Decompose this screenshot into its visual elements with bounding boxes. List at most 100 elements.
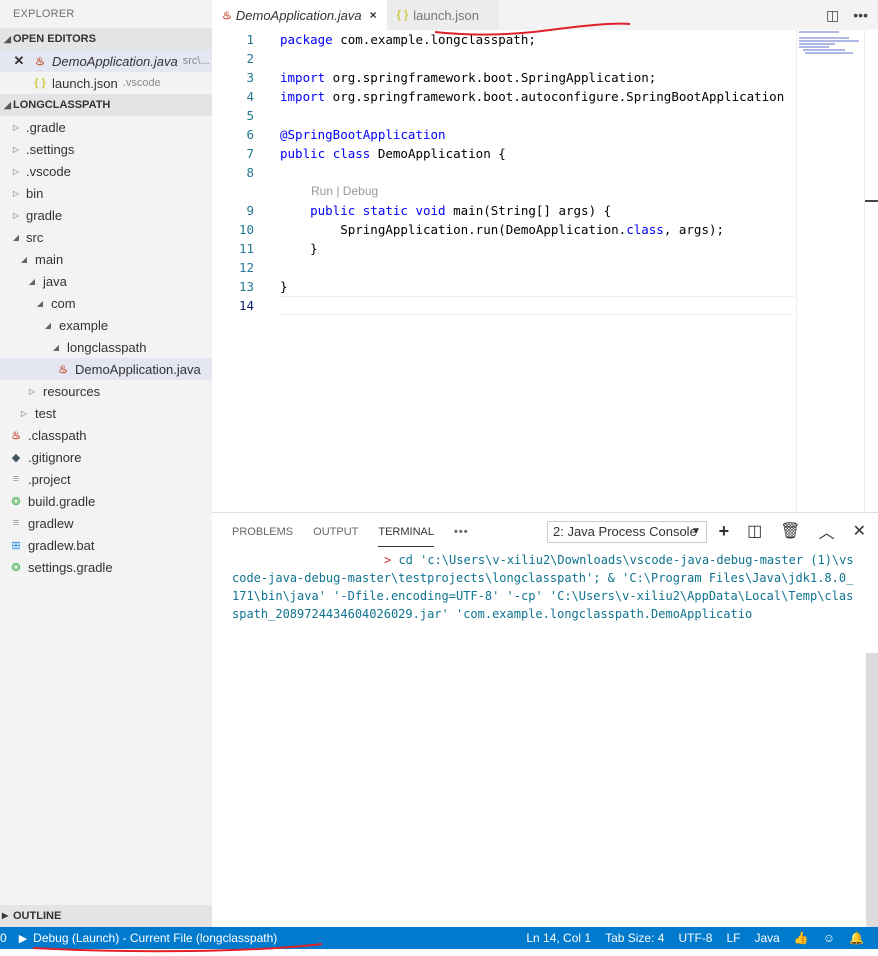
play-icon[interactable]: ▶ [19, 932, 27, 945]
terminal-select-value: 2: Java Process Console [553, 524, 697, 539]
open-editor-path: .vscode [122, 77, 161, 89]
terminal-output[interactable]: > cd 'c:\Users\v-xiliu2\Downloads\vscode… [232, 551, 858, 623]
tree-item[interactable]: ◢ src [0, 226, 212, 248]
terminal-scrollbar[interactable] [866, 653, 878, 928]
code-editor[interactable]: 1 2 3 4 5 6 7 8 9 10 11 12 13 14 package… [212, 30, 878, 512]
tree-item[interactable]: ▷ .gradle [0, 116, 212, 138]
editor-scrollbar[interactable] [864, 30, 878, 512]
cursor-marker [865, 200, 878, 202]
tree-item[interactable]: ▷ test [0, 402, 212, 424]
line-number: 12 [238, 260, 254, 275]
tree-item[interactable]: ◢ main [0, 248, 212, 270]
trash-icon[interactable]: 🗑 [780, 521, 800, 541]
tree-item[interactable]: ▷ .vscode [0, 160, 212, 182]
bell-icon[interactable]: 🔔 [849, 931, 864, 945]
smiley-icon[interactable]: ☺ [823, 931, 835, 945]
tree-item[interactable]: ◢ java [0, 270, 212, 292]
tree-item[interactable]: ❂ build.gradle [0, 490, 212, 512]
chevron-down-icon: ◢ [52, 342, 60, 352]
git-icon: ◆ [11, 451, 21, 464]
code-area[interactable]: package com.example.longclasspath; impor… [280, 30, 795, 315]
tab-output[interactable]: OUTPUT [313, 523, 358, 547]
line-number: 5 [246, 108, 254, 123]
tree-item-label: com [51, 295, 76, 311]
bottom-panel: PROBLEMS OUTPUT TERMINAL ••• 2: Java Pro… [212, 512, 878, 928]
debug-launch-config[interactable]: Debug (Launch) - Current File (longclass… [33, 931, 277, 945]
tree-item[interactable]: ◢ longclasspath [0, 336, 212, 358]
tree-item[interactable]: ♨ .classpath [0, 424, 212, 446]
bottom-strip [0, 949, 878, 956]
close-icon[interactable]: × [370, 8, 377, 22]
more-icon[interactable]: ••• [454, 523, 469, 547]
text-file-icon: ≡ [12, 473, 20, 485]
line-number: 11 [238, 241, 254, 256]
chevron-down-icon: ◢ [4, 34, 11, 44]
encoding[interactable]: UTF-8 [678, 931, 712, 945]
open-editor-item[interactable]: ✕ ♨ DemoApplication.java src\... [0, 50, 212, 72]
editor-actions: ◫ ••• [826, 0, 868, 30]
tree-item-label: main [35, 251, 64, 267]
file-tree: ▷ .gradle ▷ .settings ▷ .vscode ▷ bin ▷ gradl… [0, 116, 212, 578]
project-header[interactable]: ◢ LONGCLASSPATH [0, 94, 212, 116]
outline-header[interactable]: ▶ OUTLINE [0, 905, 212, 927]
tree-item[interactable]: ▷ .settings [0, 138, 212, 160]
tree-item[interactable]: ▷ gradle [0, 204, 212, 226]
tree-item[interactable]: ◢ com [0, 292, 212, 314]
code-line: public static void main(String[] args) { [310, 203, 612, 218]
language-mode[interactable]: Java [754, 931, 779, 945]
java-file-icon: ♨ [58, 363, 68, 376]
tree-item-label: src [26, 229, 44, 245]
chevron-right-icon: ▷ [28, 386, 36, 396]
cursor-position[interactable]: Ln 14, Col 1 [526, 931, 591, 945]
close-icon[interactable]: ✕ [12, 53, 26, 69]
tree-item[interactable]: ≡ .project [0, 468, 212, 490]
windows-icon: ⊞ [11, 539, 21, 552]
tree-item-label: resources [43, 383, 101, 399]
code-line: } [280, 241, 318, 256]
line-number: 6 [246, 127, 254, 142]
tree-item[interactable]: ◢ example [0, 314, 212, 336]
split-editor-icon[interactable]: ◫ [826, 7, 839, 24]
tree-item[interactable]: ◆ .gitignore [0, 446, 212, 468]
chevron-right-icon: ▶ [2, 911, 9, 920]
add-terminal-icon[interactable]: + [719, 521, 730, 542]
minimap[interactable] [796, 30, 864, 512]
more-actions-icon[interactable]: ••• [853, 7, 868, 23]
terminal-select[interactable]: 2: Java Process Console ▼ [547, 521, 707, 543]
tab-terminal[interactable]: TERMINAL [378, 523, 434, 547]
open-editor-path: src\... [182, 55, 210, 67]
chevron-right-icon: ▷ [12, 144, 20, 154]
tree-item-label: .vscode [26, 163, 71, 179]
java-file-icon: ♨ [35, 55, 45, 68]
tree-item[interactable]: ▷ resources [0, 380, 212, 402]
open-editor-item[interactable]: { } launch.json .vscode [0, 72, 212, 94]
tab-size[interactable]: Tab Size: 4 [605, 931, 664, 945]
tab-problems[interactable]: PROBLEMS [232, 523, 293, 547]
tree-item[interactable]: ▷ bin [0, 182, 212, 204]
code-line: SpringApplication.run(DemoApplication.cl… [280, 222, 725, 237]
open-editors-header[interactable]: ◢ OPEN EDITORS [0, 28, 212, 50]
line-number: 3 [246, 70, 254, 85]
tab-launch-json[interactable]: { } launch.json [386, 0, 499, 30]
status-bar: 0 ▶ Debug (Launch) - Current File (longc… [0, 927, 878, 949]
tree-item[interactable]: ❂ settings.gradle [0, 556, 212, 578]
explorer-title: EXPLORER [13, 8, 75, 20]
codelens-run-debug[interactable]: Run | Debug [280, 182, 795, 201]
eol[interactable]: LF [726, 931, 740, 945]
outline-label: OUTLINE [13, 910, 62, 922]
thumbs-up-icon[interactable]: 👍 [794, 931, 809, 945]
status-count: 0 [0, 931, 7, 945]
split-terminal-icon[interactable]: ◫ [747, 521, 762, 541]
gradle-icon: ❂ [11, 561, 21, 574]
tree-item[interactable]: ⊞ gradlew.bat [0, 534, 212, 556]
open-editor-name: DemoApplication.java [52, 53, 178, 69]
tree-item[interactable]: ♨ DemoApplication.java [0, 358, 212, 380]
close-icon[interactable]: ✕ [853, 521, 866, 541]
tree-item-label: .settings [26, 141, 75, 157]
tab-demoapplication[interactable]: ♨ DemoApplication.java × [212, 0, 387, 30]
chevron-up-icon[interactable]: ︿ [819, 519, 835, 543]
tree-item[interactable]: ≡ gradlew [0, 512, 212, 534]
tree-item-label: longclasspath [67, 339, 147, 355]
panel-actions: + ◫ 🗑 ︿ ✕ [719, 519, 866, 543]
